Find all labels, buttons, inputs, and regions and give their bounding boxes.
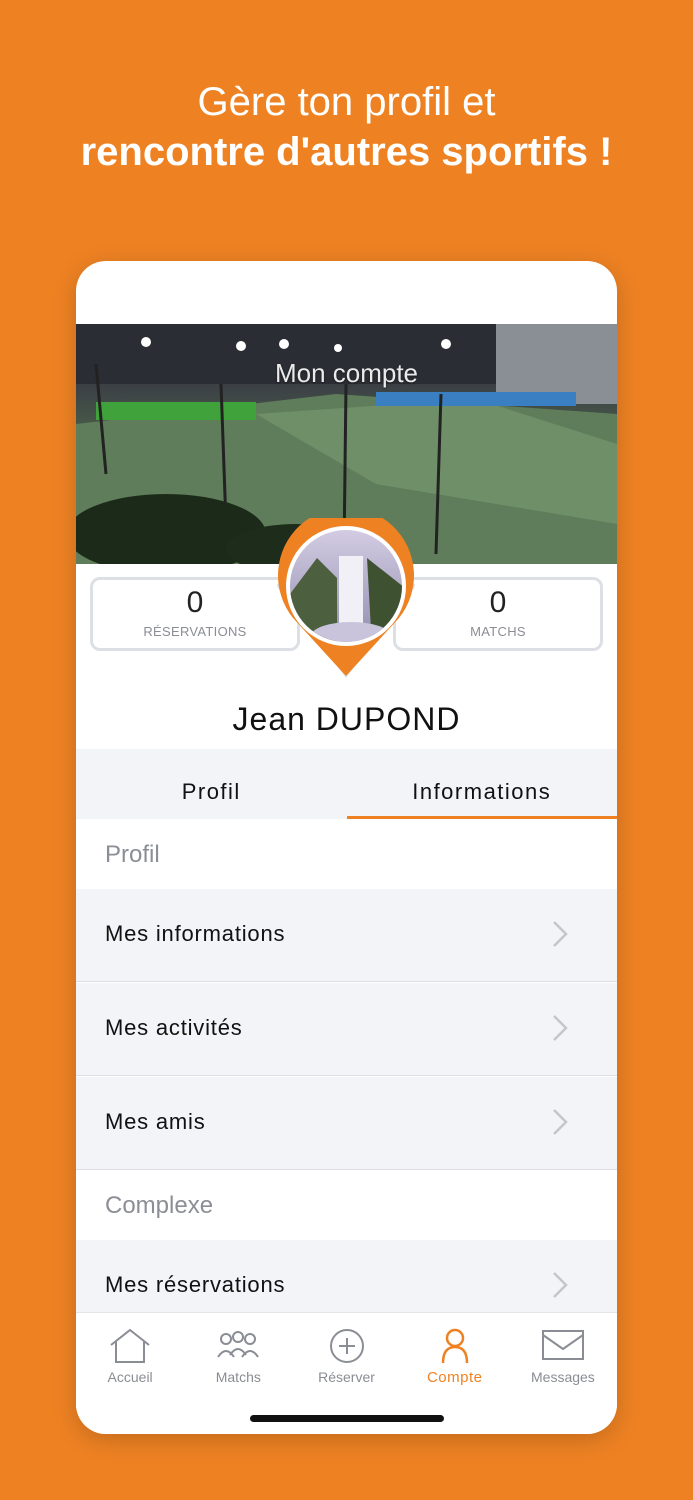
tab-profil[interactable]: Profil bbox=[76, 749, 347, 819]
matchs-count: 0 bbox=[489, 586, 507, 619]
tab-informations[interactable]: Informations bbox=[346, 749, 618, 819]
profile-tabs: Profil Informations bbox=[76, 749, 617, 819]
list-item-mes-informations[interactable]: Mes informations bbox=[76, 889, 617, 982]
people-icon bbox=[217, 1331, 260, 1358]
tabbar-label: Compte bbox=[426, 1369, 483, 1386]
list-item-label: Mes informations bbox=[105, 921, 286, 946]
list-item-mes-amis[interactable]: Mes amis bbox=[76, 1077, 617, 1170]
user-icon bbox=[441, 1328, 468, 1364]
reservations-label: RÉSERVATIONS bbox=[143, 624, 247, 639]
home-icon bbox=[110, 1328, 150, 1363]
section-header-profil: Profil bbox=[76, 819, 617, 889]
list-item-label: Mes activités bbox=[105, 1015, 243, 1040]
tabbar-item-messages[interactable]: Messages bbox=[509, 1313, 617, 1434]
avatar[interactable] bbox=[277, 518, 415, 678]
reservations-count: 0 bbox=[186, 586, 204, 619]
home-indicator bbox=[250, 1415, 444, 1422]
chevron-right-icon bbox=[553, 921, 568, 947]
section-header-complexe: Complexe bbox=[76, 1170, 617, 1240]
list-item-label: Mes amis bbox=[105, 1109, 206, 1134]
matchs-stat[interactable]: 0 MATCHS bbox=[393, 577, 603, 651]
tabbar-label: Messages bbox=[531, 1369, 595, 1385]
list-item-mes-activites[interactable]: Mes activités bbox=[76, 983, 617, 1076]
chevron-right-icon bbox=[553, 1109, 568, 1135]
headline-line-1: Gère ton profil et bbox=[197, 80, 496, 124]
chevron-right-icon bbox=[553, 1272, 568, 1298]
mail-icon bbox=[541, 1330, 584, 1360]
chevron-right-icon bbox=[553, 1015, 568, 1041]
headline-line-2: rencontre d'autres sportifs ! bbox=[80, 130, 613, 174]
tabbar-label: Accueil bbox=[107, 1369, 153, 1385]
headline: Gère ton profil et rencontre d'autres sp… bbox=[0, 78, 693, 178]
tabbar-item-accueil[interactable]: Accueil bbox=[76, 1313, 184, 1434]
user-name: Jean DUPOND bbox=[232, 701, 461, 737]
plus-circle-icon bbox=[329, 1329, 364, 1363]
list-item-label: Mes réservations bbox=[105, 1272, 286, 1297]
matchs-label: MATCHS bbox=[470, 624, 526, 639]
hero-title: Mon compte bbox=[274, 358, 419, 388]
tabbar-label: Réserver bbox=[318, 1369, 375, 1385]
reservations-stat[interactable]: 0 RÉSERVATIONS bbox=[90, 577, 300, 651]
tabbar-label: Matchs bbox=[215, 1369, 261, 1385]
phone-screen: Mon compte 0 RÉSERVATIONS 0 MATCHS Jean … bbox=[76, 261, 617, 1434]
